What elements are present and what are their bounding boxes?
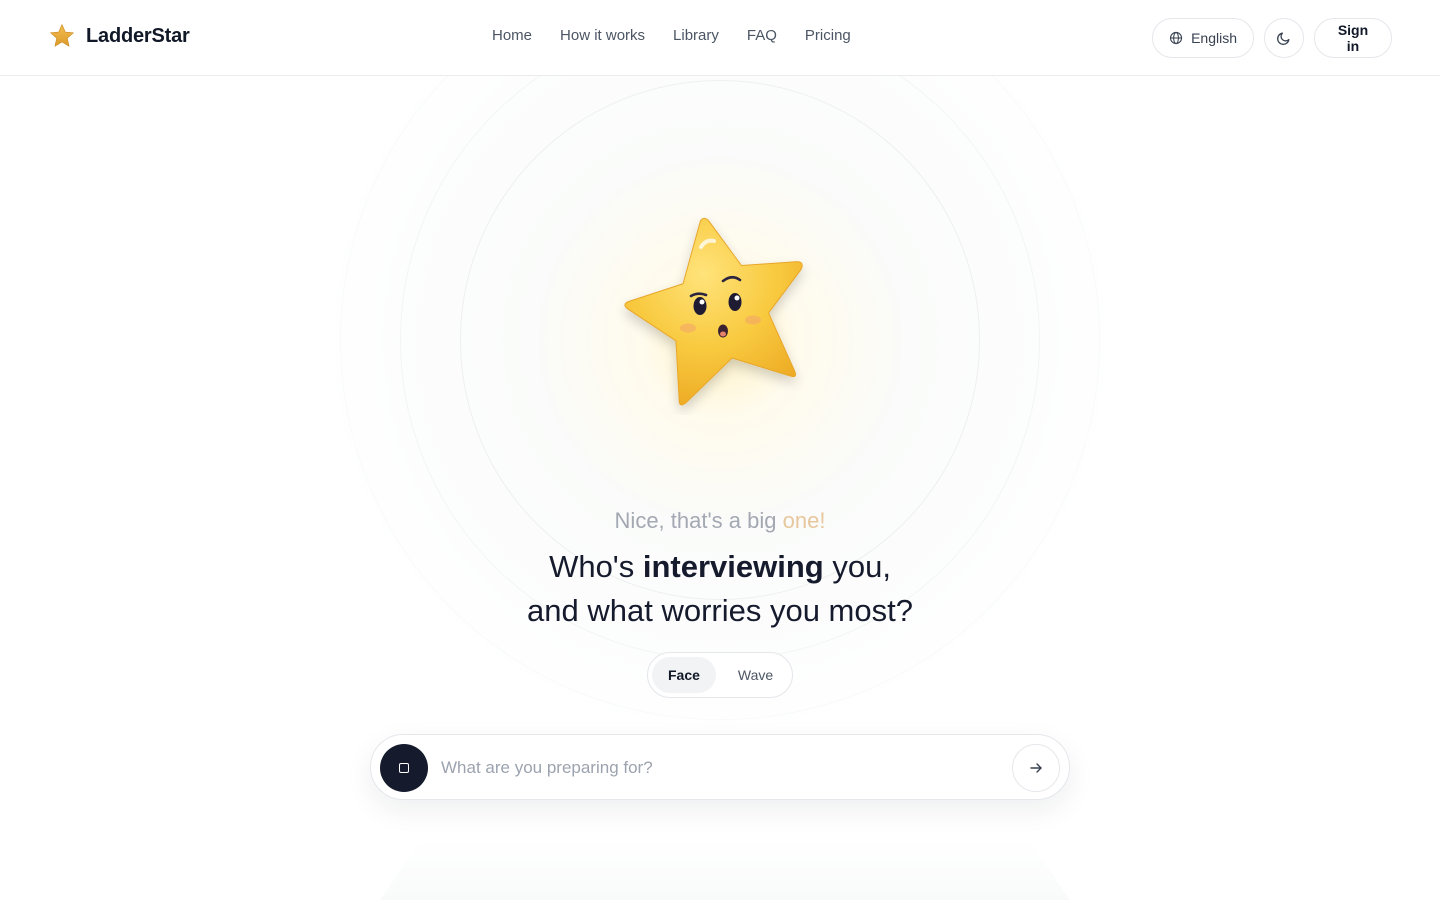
language-button[interactable]: English [1152, 18, 1254, 58]
nav-faq[interactable]: FAQ [747, 26, 777, 46]
eyebrow-accent: one! [782, 508, 826, 533]
nav-library[interactable]: Library [673, 26, 719, 46]
nav-how-it-works[interactable]: How it works [560, 26, 645, 46]
star-icon [50, 24, 74, 47]
nav-home[interactable]: Home [492, 26, 532, 46]
sign-in-button[interactable]: Sign in [1314, 18, 1392, 58]
headline-part2: you, [823, 549, 891, 584]
headline-line2: and what worries you most? [527, 593, 913, 628]
nav-pricing[interactable]: Pricing [805, 26, 851, 46]
stop-icon [399, 763, 409, 773]
brand-logo[interactable]: LadderStar [48, 22, 190, 50]
headline-bold: interviewing [642, 549, 824, 584]
theme-toggle-button[interactable] [1264, 18, 1304, 58]
record-stop-button[interactable] [380, 744, 428, 792]
mode-toggle: Face Wave [647, 652, 793, 698]
eyebrow-lead: Nice, that's a big [614, 508, 783, 533]
mode-wave-button[interactable]: Wave [722, 657, 789, 693]
hero-eyebrow: Nice, that's a big one! [0, 508, 1440, 534]
send-button[interactable] [1012, 744, 1060, 792]
hero-headline: Who's interviewing you, and what worries… [0, 545, 1440, 633]
site-header: LadderStar Home How it works Library FAQ… [0, 0, 1440, 76]
globe-icon [1169, 31, 1183, 45]
prompt-bar [370, 734, 1070, 800]
prompt-input[interactable] [439, 748, 999, 788]
star-mascot [610, 205, 830, 415]
header-actions: English Sign in [1152, 18, 1392, 58]
headline-part1: Who's [549, 549, 643, 584]
language-label: English [1191, 30, 1237, 46]
bottom-fade [380, 840, 1070, 900]
brand-name: LadderStar [86, 24, 190, 47]
main-nav: Home How it works Library FAQ Pricing [492, 26, 851, 46]
mode-face-button[interactable]: Face [652, 657, 716, 693]
arrow-right-icon [1030, 763, 1042, 773]
moon-icon [1277, 32, 1290, 45]
